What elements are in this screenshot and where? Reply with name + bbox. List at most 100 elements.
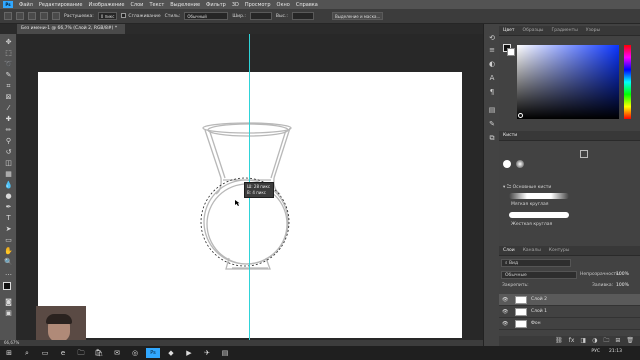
blend-mode-select[interactable]: Обычные <box>501 271 577 279</box>
menu-type[interactable]: Текст <box>146 2 167 8</box>
new-layer-icon[interactable]: ⊞ <box>615 336 620 346</box>
zoom-tool-icon[interactable]: 🔍 <box>3 258 14 267</box>
task-view-icon[interactable]: ▭ <box>38 348 52 358</box>
app-icon-generic[interactable]: ◆ <box>164 348 178 358</box>
pen-tool-icon[interactable]: ✒ <box>3 203 14 212</box>
brush-preset-soft-icon[interactable] <box>516 160 524 168</box>
brush-group-folder[interactable]: ▾ 🗀 Основные кисти <box>503 183 551 191</box>
tab-brushes[interactable]: Кисти <box>499 133 521 138</box>
foreground-color-swatch[interactable] <box>3 282 11 290</box>
tab-channels[interactable]: Каналы <box>519 248 545 253</box>
tab-paths[interactable]: Контуры <box>545 248 574 253</box>
file-explorer-icon[interactable]: 🗀 <box>74 348 88 358</box>
layer-style-icon[interactable]: fx <box>569 336 575 346</box>
search-icon[interactable]: ⌕ <box>20 348 34 358</box>
dodge-tool-icon[interactable]: ● <box>3 192 14 201</box>
new-selection-button[interactable] <box>16 12 24 20</box>
add-mask-icon[interactable]: ◨ <box>580 336 586 346</box>
brush-settings-panel-icon[interactable]: ✎ <box>487 120 497 129</box>
height-input[interactable] <box>291 12 314 20</box>
layer-name[interactable]: Слой 2 <box>531 297 547 302</box>
intersect-selection-button[interactable] <box>52 12 60 20</box>
eye-icon[interactable]: 👁 <box>502 321 508 327</box>
layer-row[interactable]: 👁 Фон <box>499 318 640 330</box>
quick-mask-icon[interactable]: ◙ <box>3 298 14 307</box>
menu-help[interactable]: Справка <box>293 2 321 8</box>
windows-start-icon[interactable]: ⊞ <box>2 348 16 358</box>
layer-row[interactable]: 👁 Слой 2 <box>499 294 640 306</box>
brush-soft-round-label[interactable]: Мягкая круглая <box>511 202 549 207</box>
menu-image[interactable]: Изображение <box>85 2 127 8</box>
photoshop-logo-icon[interactable]: Ps <box>3 1 13 8</box>
menu-layers[interactable]: Слои <box>127 2 146 8</box>
lasso-tool-icon[interactable]: ➰ <box>3 60 14 69</box>
frame-tool-icon[interactable]: ⊠ <box>3 93 14 102</box>
brush-stroke-preview-soft[interactable] <box>509 193 569 199</box>
app-icon-notes[interactable]: ▤ <box>218 348 232 358</box>
tab-layers[interactable]: Слои <box>499 248 519 253</box>
document-canvas[interactable] <box>38 72 462 338</box>
menu-edit[interactable]: Редактирование <box>36 2 86 8</box>
delete-layer-icon[interactable]: 🗑 <box>626 336 634 346</box>
taskbar-clock[interactable]: 21:13 <box>609 349 622 354</box>
healing-brush-tool-icon[interactable]: ✚ <box>3 115 14 124</box>
chrome-icon[interactable]: ◎ <box>128 348 142 358</box>
color-picker-field[interactable] <box>517 45 619 119</box>
antialias-checkbox[interactable]: Сглаживание <box>121 13 161 19</box>
new-brush-icon[interactable] <box>580 150 588 158</box>
path-select-tool-icon[interactable]: ➤ <box>3 225 14 234</box>
eyedropper-tool-icon[interactable]: ⁄ <box>3 104 14 113</box>
color-picker-handle[interactable] <box>518 113 523 118</box>
history-panel-icon[interactable]: ⟲ <box>487 34 497 43</box>
layer-filter-select[interactable]: ⌕ Вид <box>501 259 571 267</box>
tab-gradients[interactable]: Градиенты <box>548 28 582 33</box>
layer-name[interactable]: Фон <box>531 321 541 326</box>
clone-stamp-tool-icon[interactable]: ⚲ <box>3 137 14 146</box>
app-icon-messenger[interactable]: ✈ <box>200 348 214 358</box>
eye-icon[interactable]: 👁 <box>502 297 508 303</box>
clone-source-panel-icon[interactable]: ⧉ <box>487 134 497 143</box>
layer-row[interactable]: 👁 Слой 1 <box>499 306 640 318</box>
tab-color[interactable]: Цвет <box>499 28 519 33</box>
store-icon[interactable]: 🛍 <box>92 348 106 358</box>
document-tab[interactable]: Без имени-1 @ 66,7% (Слой 2, RGB/8#) * <box>17 24 125 34</box>
mail-icon[interactable]: ✉ <box>110 348 124 358</box>
adjustments-panel-icon[interactable]: ◐ <box>487 60 497 69</box>
eye-icon[interactable]: 👁 <box>502 309 508 315</box>
layer-name[interactable]: Слой 1 <box>531 309 547 314</box>
character-panel-icon[interactable]: A <box>487 74 497 83</box>
libraries-panel-icon[interactable]: ▤ <box>487 106 497 115</box>
shape-tool-icon[interactable]: ▭ <box>3 236 14 245</box>
menu-window[interactable]: Окно <box>274 2 293 8</box>
tool-preset-button[interactable] <box>4 12 12 20</box>
menu-select[interactable]: Выделение <box>167 2 203 8</box>
add-selection-button[interactable] <box>28 12 36 20</box>
tab-swatches[interactable]: Образцы <box>519 28 548 33</box>
menu-3d[interactable]: 3D <box>229 2 242 8</box>
type-tool-icon[interactable]: T <box>3 214 14 223</box>
photoshop-taskbar-icon[interactable]: Ps <box>146 348 160 358</box>
new-group-icon[interactable]: 🗀 <box>603 336 609 346</box>
tab-patterns[interactable]: Узоры <box>582 28 604 33</box>
brush-hard-round-label[interactable]: Жесткая круглая <box>511 222 552 227</box>
feather-input[interactable]: 0 пикс <box>97 12 118 20</box>
menu-view[interactable]: Просмотр <box>242 2 274 8</box>
eraser-tool-icon[interactable]: ◫ <box>3 159 14 168</box>
move-tool-icon[interactable]: ✥ <box>3 38 14 47</box>
fill-input[interactable]: 100% <box>616 283 629 288</box>
brush-tool-icon[interactable]: ✏ <box>3 126 14 135</box>
history-brush-tool-icon[interactable]: ↺ <box>3 148 14 157</box>
screen-mode-icon[interactable]: ▣ <box>3 309 14 318</box>
adjustment-layer-icon[interactable]: ◑ <box>592 336 597 346</box>
zoom-level[interactable]: 66,67% <box>4 340 19 345</box>
hue-slider[interactable] <box>624 45 631 119</box>
opacity-input[interactable]: 100% <box>616 272 629 277</box>
more-tools-icon[interactable]: … <box>3 269 14 278</box>
subtract-selection-button[interactable] <box>40 12 48 20</box>
brush-stroke-preview-hard[interactable] <box>509 212 569 218</box>
app-icon-media[interactable]: ▶ <box>182 348 196 358</box>
marquee-tool-icon[interactable]: ⬚ <box>3 49 14 58</box>
keyboard-language[interactable]: РУС <box>591 349 600 354</box>
blur-tool-icon[interactable]: 💧 <box>3 181 14 190</box>
style-select[interactable]: Обычный <box>184 12 229 20</box>
